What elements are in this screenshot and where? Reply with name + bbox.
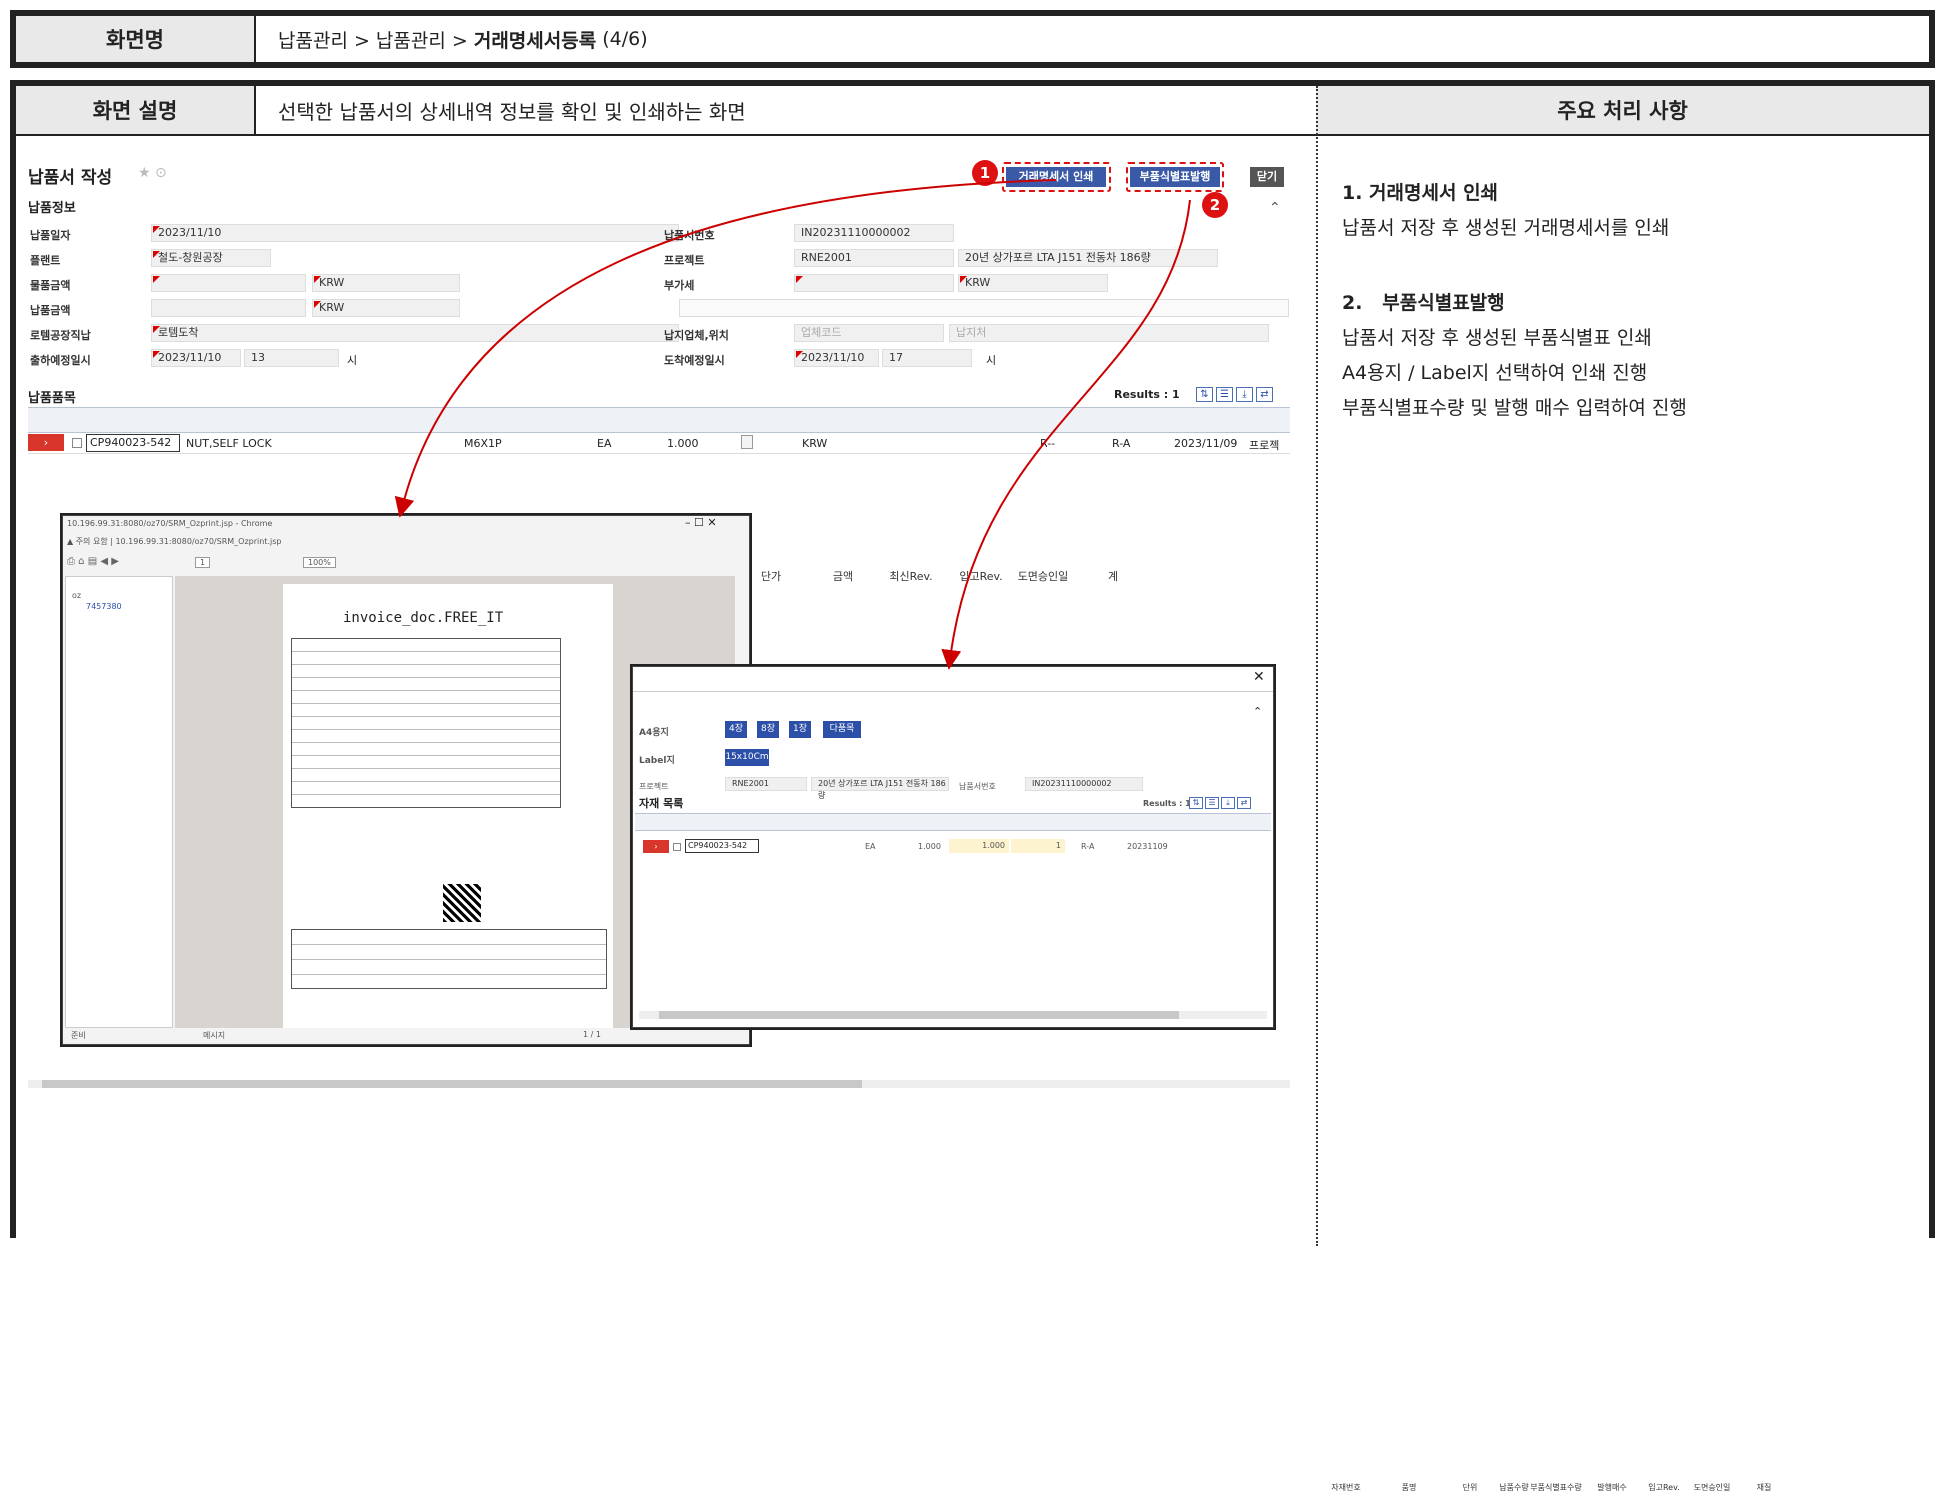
- p2-col-header[interactable]: 부품식별표수량: [1527, 1482, 1585, 1493]
- p2-col-header[interactable]: 재질: [1735, 1482, 1793, 1493]
- p2-col-header[interactable]: 자재번호: [1317, 1482, 1375, 1493]
- p2-col-header[interactable]: 도면승인일: [1683, 1482, 1741, 1493]
- p2-col-header[interactable]: 발행매수: [1583, 1482, 1641, 1493]
- annotation-arrows: [394, 179, 1191, 670]
- arrow-1: [394, 179, 1057, 518]
- arrow-2: [941, 199, 1191, 670]
- p2-col-header[interactable]: 품명: [1380, 1482, 1438, 1493]
